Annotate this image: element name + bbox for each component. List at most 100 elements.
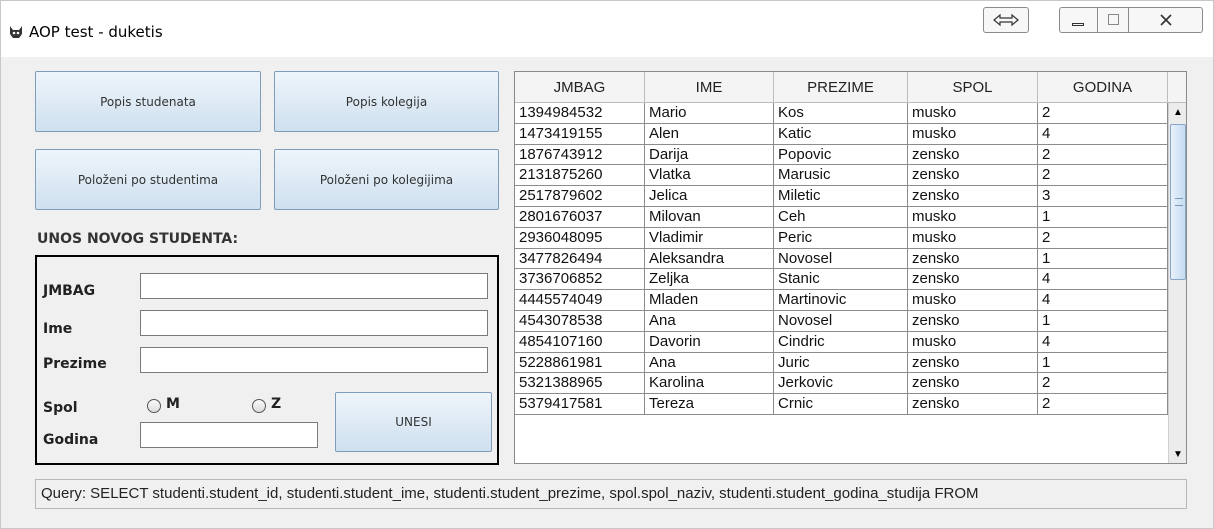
table-cell[interactable]: zensko: [908, 165, 1038, 187]
table-cell[interactable]: 3: [1038, 186, 1168, 207]
scroll-up-icon[interactable]: ▲: [1169, 104, 1186, 121]
table-cell[interactable]: zensko: [908, 269, 1038, 291]
table-cell[interactable]: 2801676037: [515, 206, 645, 228]
table-cell[interactable]: musko: [908, 290, 1038, 311]
table-cell[interactable]: 2: [1038, 373, 1168, 395]
table-row[interactable]: 5228861981 Ana Juric zensko 1: [515, 352, 1168, 374]
table-cell[interactable]: 1: [1038, 310, 1168, 332]
table-row[interactable]: 4854107160 Davorin Cindric musko 4: [515, 331, 1168, 353]
table-cell[interactable]: Marusic: [774, 165, 908, 187]
table-cell[interactable]: Katic: [774, 123, 908, 145]
table-cell[interactable]: Jerkovic: [774, 373, 908, 395]
table-cell[interactable]: Mario: [645, 103, 774, 124]
table-row[interactable]: 1876743912 Darija Popovic zensko 2: [515, 144, 1168, 166]
table-cell[interactable]: 5321388965: [515, 373, 645, 395]
table-cell[interactable]: 5379417581: [515, 394, 645, 415]
column-header-1[interactable]: IME: [645, 72, 774, 103]
table-row[interactable]: 5379417581 Tereza Crnic zensko 2: [515, 394, 1168, 415]
table-cell[interactable]: Tereza: [645, 394, 774, 415]
table-cell[interactable]: 2: [1038, 394, 1168, 415]
table-row[interactable]: 1394984532 Mario Kos musko 2: [515, 103, 1168, 124]
maximize-button[interactable]: [1097, 7, 1129, 33]
table-cell[interactable]: 2: [1038, 165, 1168, 187]
table-row[interactable]: 2131875260 Vlatka Marusic zensko 2: [515, 165, 1168, 187]
popis-kolegija-button[interactable]: Popis kolegija: [274, 71, 499, 132]
table-cell[interactable]: zensko: [908, 248, 1038, 270]
table-cell[interactable]: musko: [908, 227, 1038, 249]
table-row[interactable]: 5321388965 Karolina Jerkovic zensko 2: [515, 373, 1168, 395]
table-cell[interactable]: Miletic: [774, 186, 908, 207]
radio-z[interactable]: [252, 399, 266, 413]
table-row[interactable]: 2936048095 Vladimir Peric musko 2: [515, 227, 1168, 249]
table-cell[interactable]: Milovan: [645, 206, 774, 228]
table-row[interactable]: 4543078538 Ana Novosel zensko 1: [515, 310, 1168, 332]
polozeni-po-studentima-button[interactable]: Položeni po studentima: [35, 149, 261, 210]
table-cell[interactable]: Darija: [645, 144, 774, 166]
godina-field[interactable]: [140, 422, 318, 448]
minimize-button[interactable]: [1059, 7, 1097, 33]
table-cell[interactable]: Vlatka: [645, 165, 774, 187]
table-cell[interactable]: 1: [1038, 248, 1168, 270]
table-cell[interactable]: Cindric: [774, 331, 908, 353]
table-row[interactable]: 3477826494 Aleksandra Novosel zensko 1: [515, 248, 1168, 270]
table-cell[interactable]: 3477826494: [515, 248, 645, 270]
close-button[interactable]: [1129, 7, 1203, 33]
jmbag-field[interactable]: [140, 273, 488, 299]
table-cell[interactable]: Alen: [645, 123, 774, 145]
popis-studenata-button[interactable]: Popis studenata: [35, 71, 261, 132]
table-cell[interactable]: Zeljka: [645, 269, 774, 291]
table-row[interactable]: 4445574049 Mladen Martinovic musko 4: [515, 290, 1168, 311]
table-cell[interactable]: Popovic: [774, 144, 908, 166]
unesi-button[interactable]: UNESI: [335, 392, 492, 452]
table-row[interactable]: 2517879602 Jelica Miletic zensko 3: [515, 186, 1168, 207]
table-cell[interactable]: 1473419155: [515, 123, 645, 145]
table-cell[interactable]: 5228861981: [515, 352, 645, 374]
table-cell[interactable]: musko: [908, 123, 1038, 145]
table-cell[interactable]: 2: [1038, 227, 1168, 249]
table-cell[interactable]: 2936048095: [515, 227, 645, 249]
table-cell[interactable]: Kos: [774, 103, 908, 124]
table-cell[interactable]: Ana: [645, 352, 774, 374]
column-header-3[interactable]: SPOL: [908, 72, 1038, 103]
table-cell[interactable]: 4854107160: [515, 331, 645, 353]
table-cell[interactable]: 1: [1038, 352, 1168, 374]
table-cell[interactable]: zensko: [908, 186, 1038, 207]
polozeni-po-kolegijima-button[interactable]: Položeni po kolegijima: [274, 149, 499, 210]
table-cell[interactable]: zensko: [908, 352, 1038, 374]
table-cell[interactable]: Vladimir: [645, 227, 774, 249]
ime-field[interactable]: [140, 310, 488, 336]
table-cell[interactable]: Juric: [774, 352, 908, 374]
table-cell[interactable]: musko: [908, 206, 1038, 228]
radio-m[interactable]: [147, 399, 161, 413]
table-cell[interactable]: 4543078538: [515, 310, 645, 332]
table-row[interactable]: 2801676037 Milovan Ceh musko 1: [515, 206, 1168, 228]
table-cell[interactable]: 4: [1038, 290, 1168, 311]
vertical-scrollbar[interactable]: ▲ ▼: [1168, 103, 1186, 463]
prezime-field[interactable]: [140, 347, 488, 373]
table-cell[interactable]: zensko: [908, 373, 1038, 395]
scroll-thumb[interactable]: [1170, 124, 1186, 280]
column-header-4[interactable]: GODINA: [1038, 72, 1168, 103]
scroll-down-icon[interactable]: ▼: [1169, 446, 1186, 463]
table-cell[interactable]: 1394984532: [515, 103, 645, 124]
table-cell[interactable]: 2: [1038, 103, 1168, 124]
table-cell[interactable]: Davorin: [645, 331, 774, 353]
table-cell[interactable]: zensko: [908, 394, 1038, 415]
table-cell[interactable]: zensko: [908, 310, 1038, 332]
column-header-0[interactable]: JMBAG: [515, 72, 645, 103]
table-cell[interactable]: Stanic: [774, 269, 908, 291]
table-cell[interactable]: 4: [1038, 269, 1168, 291]
table-cell[interactable]: 2517879602: [515, 186, 645, 207]
table-cell[interactable]: 3736706852: [515, 269, 645, 291]
table-cell[interactable]: Ana: [645, 310, 774, 332]
table-cell[interactable]: 4: [1038, 123, 1168, 145]
table-cell[interactable]: 2131875260: [515, 165, 645, 187]
table-cell[interactable]: Peric: [774, 227, 908, 249]
table-cell[interactable]: musko: [908, 103, 1038, 124]
swap-button[interactable]: [983, 7, 1029, 33]
table-cell[interactable]: Martinovic: [774, 290, 908, 311]
table-cell[interactable]: 4445574049: [515, 290, 645, 311]
table-cell[interactable]: 4: [1038, 331, 1168, 353]
column-header-2[interactable]: PREZIME: [774, 72, 908, 103]
table-cell[interactable]: Novosel: [774, 310, 908, 332]
